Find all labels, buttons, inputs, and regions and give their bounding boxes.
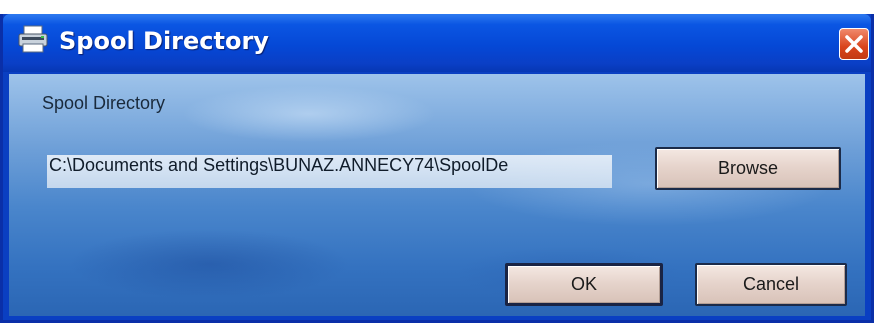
dialog-content: Spool Directory C:\Documents and Setting… bbox=[9, 74, 865, 316]
cancel-button[interactable]: Cancel bbox=[695, 263, 847, 306]
spool-directory-input[interactable]: C:\Documents and Settings\BUNAZ.ANNECY74… bbox=[47, 155, 612, 188]
close-icon bbox=[845, 35, 863, 53]
browse-button[interactable]: Browse bbox=[655, 147, 841, 190]
printer-icon bbox=[17, 24, 49, 54]
spool-directory-label: Spool Directory bbox=[42, 93, 166, 113]
ok-button[interactable]: OK bbox=[505, 263, 663, 306]
title-bar[interactable]: Spool Directory bbox=[3, 14, 871, 72]
close-button[interactable] bbox=[839, 28, 869, 60]
dialog-window: Spool Directory Spool Directory C:\Docum… bbox=[0, 14, 874, 323]
window-title: Spool Directory bbox=[59, 27, 269, 55]
